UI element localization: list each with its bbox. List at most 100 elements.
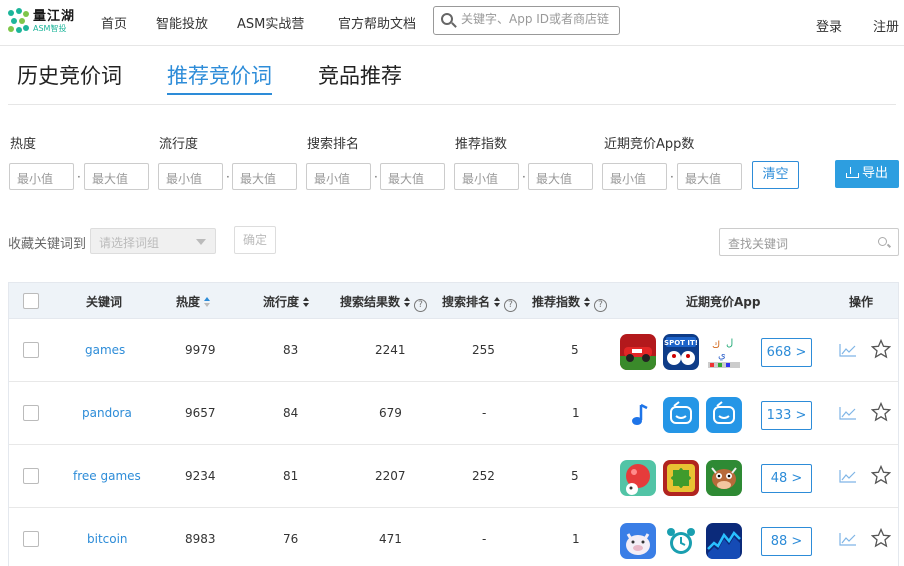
row-checkbox[interactable] xyxy=(23,405,39,421)
help-icon[interactable]: ? xyxy=(414,299,428,312)
header-index[interactable]: 推荐指数? xyxy=(532,293,608,312)
apps-max-input[interactable]: 最大值 xyxy=(677,163,742,190)
popularity-max-input[interactable]: 最大值 xyxy=(232,163,297,190)
row-checkbox[interactable] xyxy=(23,468,39,484)
nav-help-docs[interactable]: 官方帮助文档 xyxy=(338,13,416,32)
header-recent-apps: 近期竞价App xyxy=(686,295,761,309)
app-icon-ball[interactable] xyxy=(620,460,656,496)
global-search xyxy=(433,6,620,35)
table-header: 关键词 热度 流行度 搜索结果数? 搜索排名? 推荐指数? 近期竞价App 操作 xyxy=(9,283,898,319)
recent-apps-button[interactable]: 668 > xyxy=(761,338,812,367)
table-row: free games 9234 81 2207 252 5 48 > xyxy=(9,445,898,508)
search-icon xyxy=(878,237,887,246)
star-icon[interactable] xyxy=(871,465,891,485)
collect-label: 收藏关键词到 xyxy=(8,237,87,252)
tabs-divider xyxy=(8,104,896,105)
login-link[interactable]: 登录 xyxy=(816,16,842,35)
filter-label-recent-apps: 近期竞价App数 xyxy=(604,137,695,152)
trend-chart-icon[interactable] xyxy=(839,343,857,357)
filter-label-search-rank: 搜索排名 xyxy=(307,137,360,152)
recent-apps-button[interactable]: 133 > xyxy=(761,401,812,430)
keyword-link[interactable]: pandora xyxy=(82,406,132,420)
header-heat[interactable]: 热度 xyxy=(176,293,211,310)
sort-icon xyxy=(303,297,310,307)
app-icon-cow[interactable] xyxy=(706,460,742,496)
sort-icon xyxy=(494,297,501,307)
sort-icon xyxy=(204,297,211,307)
top-navbar: 量江湖 ASM智投 首页 智能投放 ASM实战营 官方帮助文档 登录 注册 xyxy=(0,0,904,46)
table-row: games 9979 83 2241 255 5 SPOT IT! كلي 66… xyxy=(9,319,898,382)
nav-home[interactable]: 首页 xyxy=(101,13,127,32)
row-checkbox[interactable] xyxy=(23,342,39,358)
app-icon-wave[interactable] xyxy=(706,523,742,559)
rank-max-input[interactable]: 最大值 xyxy=(380,163,445,190)
star-icon[interactable] xyxy=(871,402,891,422)
tab-history-bids[interactable]: 历史竞价词 xyxy=(17,60,122,90)
tab-competitor-recommend[interactable]: 竞品推荐 xyxy=(318,60,402,90)
brand-logo[interactable]: 量江湖 ASM智投 xyxy=(8,8,75,34)
rank-min-input[interactable]: 最小值 xyxy=(306,163,371,190)
svg-text:ل: ل xyxy=(726,338,733,349)
filter-label-heat: 热度 xyxy=(10,137,37,152)
keyword-search-input[interactable]: 查找关键词 xyxy=(719,228,899,256)
app-icon-puzzle[interactable] xyxy=(663,460,699,496)
chevron-down-icon xyxy=(196,239,206,245)
table-row: pandora 9657 84 679 - 1 133 > xyxy=(9,382,898,445)
keyword-link[interactable]: games xyxy=(85,343,125,357)
nav-asm-camp[interactable]: ASM实战营 xyxy=(237,13,304,32)
app-icon-racing[interactable] xyxy=(620,334,656,370)
keyword-table: 关键词 热度 流行度 搜索结果数? 搜索排名? 推荐指数? 近期竞价App 操作… xyxy=(8,282,899,566)
header-popularity[interactable]: 流行度 xyxy=(263,293,310,310)
app-icon-music[interactable] xyxy=(620,397,656,433)
header-results[interactable]: 搜索结果数? xyxy=(340,293,428,312)
app-icon-spot-it[interactable]: SPOT IT! xyxy=(663,334,699,370)
confirm-button[interactable]: 确定 xyxy=(234,226,276,254)
recent-apps-button[interactable]: 88 > xyxy=(761,527,812,556)
app-icon-letters[interactable]: كلي xyxy=(706,334,742,370)
filter-label-recommend-index: 推荐指数 xyxy=(455,137,508,152)
heat-min-input[interactable]: 最小值 xyxy=(9,163,74,190)
star-icon[interactable] xyxy=(871,339,891,359)
table-row: bitcoin 8983 76 471 - 1 88 > xyxy=(9,508,898,566)
heat-max-input[interactable]: 最大值 xyxy=(84,163,149,190)
sort-icon xyxy=(404,297,411,307)
app-icon-alarm[interactable] xyxy=(663,523,699,559)
keyword-link[interactable]: free games xyxy=(73,469,141,483)
app-icon-piggy[interactable] xyxy=(620,523,656,559)
popularity-min-input[interactable]: 最小值 xyxy=(158,163,223,190)
sort-icon xyxy=(584,297,591,307)
global-search-input[interactable] xyxy=(461,12,616,26)
help-icon[interactable]: ? xyxy=(504,299,518,312)
brand-sub: ASM智投 xyxy=(33,23,67,33)
group-select[interactable]: 请选择词组 xyxy=(90,228,216,254)
trend-chart-icon[interactable] xyxy=(839,469,857,483)
select-all-checkbox[interactable] xyxy=(23,293,39,309)
star-icon[interactable] xyxy=(871,528,891,548)
index-min-input[interactable]: 最小值 xyxy=(454,163,519,190)
download-icon xyxy=(845,167,859,178)
search-icon xyxy=(441,13,453,25)
brand-name: 量江湖 xyxy=(33,8,76,24)
row-checkbox[interactable] xyxy=(23,531,39,547)
header-keyword: 关键词 xyxy=(86,295,123,309)
logo-dots-icon xyxy=(8,8,30,34)
keyword-link[interactable]: bitcoin xyxy=(87,532,128,546)
recent-apps-button[interactable]: 48 > xyxy=(761,464,812,493)
tab-recommended-bids[interactable]: 推荐竞价词 xyxy=(167,60,272,95)
export-button[interactable]: 导出 xyxy=(835,160,899,188)
header-actions: 操作 xyxy=(849,295,874,309)
svg-text:SPOT IT!: SPOT IT! xyxy=(664,339,698,347)
clear-button[interactable]: 清空 xyxy=(752,161,799,189)
app-icon-radio-b[interactable] xyxy=(706,397,742,433)
help-icon[interactable]: ? xyxy=(594,299,608,312)
trend-chart-icon[interactable] xyxy=(839,532,857,546)
nav-smart-delivery[interactable]: 智能投放 xyxy=(156,13,208,32)
filter-label-popularity: 流行度 xyxy=(159,137,199,152)
app-icon-radio-a[interactable] xyxy=(663,397,699,433)
register-link[interactable]: 注册 xyxy=(873,16,899,35)
apps-min-input[interactable]: 最小值 xyxy=(602,163,667,190)
svg-text:ي: ي xyxy=(718,350,726,361)
header-rank[interactable]: 搜索排名? xyxy=(442,293,518,312)
trend-chart-icon[interactable] xyxy=(839,406,857,420)
index-max-input[interactable]: 最大值 xyxy=(528,163,593,190)
